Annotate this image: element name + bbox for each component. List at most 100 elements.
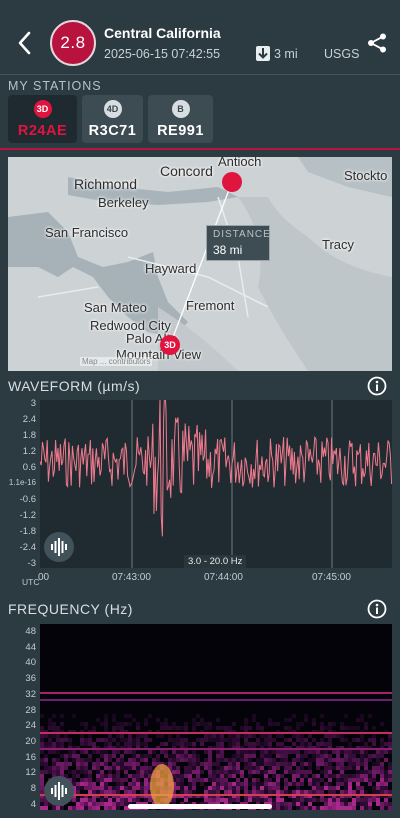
spectrogram-cell [308,778,312,782]
spectrogram-cell [384,770,388,774]
waveform-info-icon[interactable] [367,376,387,396]
spectrogram-sound-button[interactable] [44,776,74,806]
spectrogram-cell [344,786,348,790]
spectrogram-cell [136,782,140,786]
spectrogram-cell [44,766,48,770]
spectrogram-cell [324,770,328,774]
spectrogram-cell [232,742,236,746]
spectrogram-cell [224,738,228,742]
spectrogram-cell [368,770,372,774]
spectrogram-cell [196,758,200,762]
spectrogram-cell [324,774,328,778]
spectrogram-cell [136,738,140,742]
spectrogram-cell [164,722,168,726]
spectrogram-cell [272,762,276,766]
spectrogram-cell [236,770,240,774]
waveform-plot[interactable] [40,400,392,568]
spectrogram-cell [328,774,332,778]
spectrogram-cell [340,750,344,754]
spectrogram-cell [292,762,296,766]
spectrogram-cell [232,738,236,742]
spectrogram-cell [372,790,376,794]
spectrogram-cell [216,786,220,790]
spectrogram-cell [136,758,140,762]
spectrogram-cell [252,790,256,794]
station-tab-r24ae[interactable]: 3D R24AE [8,95,77,143]
spectrogram-cell [132,790,136,794]
station-tab-r3c71[interactable]: 4D R3C71 [82,95,143,143]
spectrogram-cell [104,790,108,794]
spectrogram-cell [40,762,44,766]
station-map-marker[interactable]: 3D [160,335,180,355]
spectrogram-cell [216,738,220,742]
spectrogram-cell [120,722,124,726]
spectrogram-cell [40,726,44,730]
spectrogram-cell [348,758,352,762]
spectrogram-cell [132,718,136,722]
spectrogram-cell [196,774,200,778]
spectrogram-cell [336,754,340,758]
spectrogram-cell [284,726,288,730]
spectrogram-cell [244,766,248,770]
spectrogram-cell [296,806,300,810]
spectrogram-cell [336,762,340,766]
spectrogram-cell [140,790,144,794]
spectrogram-cell [136,770,140,774]
spectrogram-cell [268,738,272,742]
spectrogram-cell [272,738,276,742]
spectrogram-cell [320,786,324,790]
spectrogram-cell [140,782,144,786]
header-divider [0,74,400,75]
spectrogram-cell [216,782,220,786]
spectrogram-cell [288,738,292,742]
spectrogram-cell [340,782,344,786]
spectrogram-cell [228,742,232,746]
spectrogram-cell [212,762,216,766]
spectrogram-cell [372,738,376,742]
spectrogram-cell [244,798,248,802]
spectrogram-cell [96,762,100,766]
spectrogram-cell [116,806,120,810]
spectrogram-cell [300,774,304,778]
spectrogram-cell [256,722,260,726]
spectrogram-cell [300,798,304,802]
back-chevron-icon[interactable] [14,30,36,56]
spectrogram-cell [320,770,324,774]
frequency-info-icon[interactable] [367,599,387,619]
spectrogram-cell [80,770,84,774]
spectrogram-canvas [40,692,392,810]
spectrogram-cell [108,774,112,778]
spectrogram-cell [324,806,328,810]
spectrogram-cell [232,734,236,738]
map-attribution: Map ... contributors [80,357,153,366]
spectrogram-cell [324,754,328,758]
station-tab-re991[interactable]: B RE991 [148,95,213,143]
home-indicator[interactable] [128,804,272,809]
spectrogram-cell [176,742,180,746]
spectrogram-cell [204,722,208,726]
spectrogram-cell [124,722,128,726]
spectrogram-plot[interactable] [40,624,392,810]
spectrogram-cell [92,762,96,766]
spectrogram-cell [212,738,216,742]
spectrogram-cell [160,750,164,754]
event-map[interactable]: Antioch Concord Stockto Richmond Berkele… [8,157,392,371]
spectrogram-cell [228,790,232,794]
y-tick-label: 44 [25,641,36,653]
spectrogram-cell [344,738,348,742]
spectrogram-cell [380,754,384,758]
spectrogram-cell [252,718,256,722]
spectrogram-cell [324,762,328,766]
y-tick-label: 24 [25,720,36,732]
spectrogram-band [40,732,392,734]
spectrogram-cell [148,750,152,754]
spectrogram-cell [220,798,224,802]
spectrogram-cell [312,718,316,722]
waveform-sound-button[interactable] [44,532,74,562]
spectrogram-cell [136,786,140,790]
spectrogram-cell [176,766,180,770]
spectrogram-cell [248,734,252,738]
spectrogram-cell [296,790,300,794]
spectrogram-cell [76,786,80,790]
share-icon[interactable] [366,32,388,54]
